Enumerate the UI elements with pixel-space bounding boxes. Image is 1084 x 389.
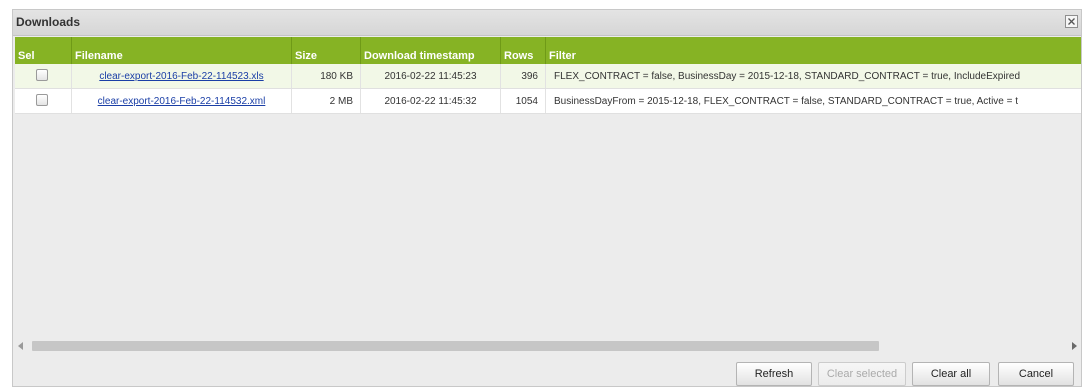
filter-cell: FLEX_CONTRACT = false, BusinessDay = 201…: [554, 71, 1021, 82]
downloads-window: Downloads Sel Filename Size Download tim…: [12, 9, 1082, 387]
scrollbar-thumb[interactable]: [32, 341, 879, 351]
filename-link[interactable]: clear-export-2016-Feb-22-114532.xml: [98, 96, 266, 107]
filter-cell: BusinessDayFrom = 2015-12-18, FLEX_CONTR…: [554, 96, 1019, 107]
downloads-grid: Sel Filename Size Download timestamp Row…: [15, 37, 1081, 338]
column-header-download-timestamp[interactable]: Download timestamp: [361, 37, 501, 64]
timestamp-cell: 2016-02-22 11:45:23: [361, 64, 501, 88]
close-icon: [1068, 18, 1075, 25]
column-header-filter[interactable]: Filter: [546, 37, 1081, 64]
column-header-filename[interactable]: Filename: [72, 37, 292, 64]
scroll-left-arrow-icon[interactable]: [18, 342, 23, 350]
scroll-right-arrow-icon[interactable]: [1072, 342, 1077, 350]
row-select-checkbox[interactable]: [36, 69, 48, 81]
filename-link[interactable]: clear-export-2016-Feb-22-114523.xls: [99, 71, 263, 82]
horizontal-scrollbar[interactable]: [15, 339, 1081, 353]
timestamp-cell: 2016-02-22 11:45:32: [361, 89, 501, 113]
clear-selected-button[interactable]: Clear selected: [818, 362, 906, 386]
cancel-button[interactable]: Cancel: [998, 362, 1074, 386]
column-header-size[interactable]: Size: [292, 37, 361, 64]
table-row[interactable]: clear-export-2016-Feb-22-114532.xml 2 MB…: [15, 89, 1081, 114]
size-cell: 180 KB: [292, 64, 361, 88]
window-titlebar: Downloads: [13, 10, 1081, 36]
refresh-button[interactable]: Refresh: [736, 362, 812, 386]
table-row[interactable]: clear-export-2016-Feb-22-114523.xls 180 …: [15, 64, 1081, 89]
column-header-rows[interactable]: Rows: [501, 37, 546, 64]
rows-cell: 396: [501, 64, 546, 88]
rows-cell: 1054: [501, 89, 546, 113]
column-header-sel[interactable]: Sel: [15, 37, 72, 64]
close-button[interactable]: [1065, 15, 1078, 28]
clear-all-button[interactable]: Clear all: [912, 362, 990, 386]
window-title: Downloads: [16, 15, 81, 29]
row-select-checkbox[interactable]: [36, 94, 48, 106]
size-cell: 2 MB: [292, 89, 361, 113]
grid-header: Sel Filename Size Download timestamp Row…: [15, 37, 1081, 64]
